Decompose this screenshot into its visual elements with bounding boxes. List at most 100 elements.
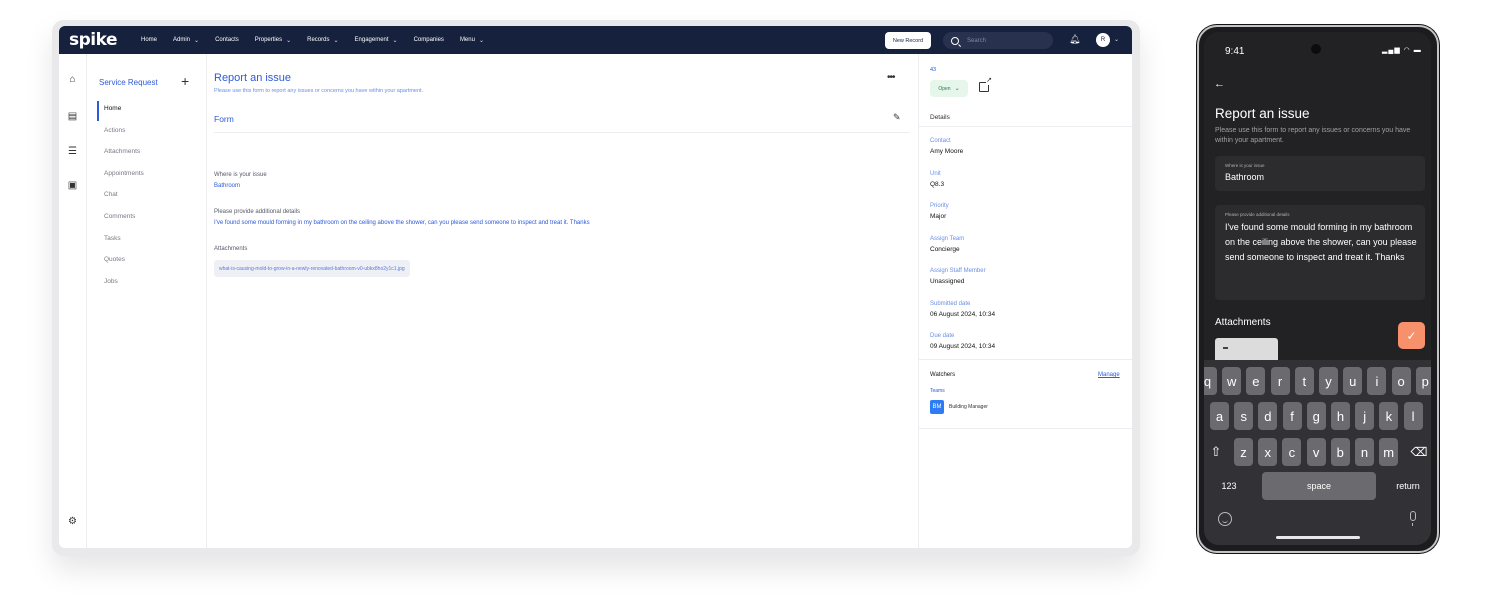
key-j[interactable]: j bbox=[1355, 402, 1375, 430]
nav-item-companies[interactable]: Companies bbox=[414, 37, 444, 43]
nav-item-menu[interactable]: Menu ⌄ bbox=[460, 37, 484, 44]
chevron-down-icon: ⌄ bbox=[478, 37, 484, 44]
microphone-icon[interactable] bbox=[1410, 511, 1416, 526]
key-t[interactable]: t bbox=[1294, 367, 1314, 395]
edit-pencil-icon[interactable]: ✎ bbox=[893, 112, 901, 123]
key-s[interactable]: s bbox=[1234, 402, 1254, 430]
key-r[interactable]: r bbox=[1270, 367, 1290, 395]
chevron-down-icon: ⌄ bbox=[954, 86, 960, 92]
nav-item-home[interactable]: Home bbox=[141, 37, 157, 43]
subnav-item-home[interactable]: Home bbox=[104, 105, 121, 112]
list-icon[interactable]: ☰ bbox=[67, 146, 78, 157]
key-w[interactable]: w bbox=[1222, 367, 1242, 395]
key-p[interactable]: p bbox=[1415, 367, 1431, 395]
field-value: I've found some mould forming in my bath… bbox=[214, 220, 590, 226]
key-a[interactable]: a bbox=[1210, 402, 1229, 430]
subnav-item-appointments[interactable]: Appointments bbox=[104, 170, 144, 177]
status-label: Open bbox=[938, 85, 951, 92]
team-badge: BM bbox=[930, 400, 944, 414]
shift-key[interactable]: ⇧ bbox=[1204, 438, 1228, 466]
home-icon[interactable]: ⌂ bbox=[67, 74, 78, 85]
key-o[interactable]: o bbox=[1391, 367, 1411, 395]
subnav-item-attachments[interactable]: Attachments bbox=[104, 148, 140, 155]
external-link-icon[interactable] bbox=[979, 77, 992, 92]
nav-item-contacts[interactable]: Contacts bbox=[215, 37, 239, 43]
subnav-item-chat[interactable]: Chat bbox=[104, 191, 118, 198]
detail-label: Assign Team bbox=[930, 235, 965, 242]
desktop-window: spike Home Admin ⌄ Contacts Properties ⌄ Recor… bbox=[59, 26, 1132, 548]
details-value: I've found some mould forming in my bath… bbox=[1225, 222, 1417, 262]
key-m[interactable]: m bbox=[1379, 438, 1399, 466]
new-record-button[interactable]: New Record bbox=[885, 32, 931, 49]
issue-field[interactable]: Where is your issue Bathroom bbox=[1215, 156, 1425, 191]
detail-label: Due date bbox=[930, 333, 955, 339]
inbox-icon[interactable]: ▣ bbox=[67, 180, 78, 191]
key-f[interactable]: f bbox=[1282, 402, 1302, 430]
details-field[interactable]: Please provide additional details I've f… bbox=[1215, 205, 1425, 300]
nav-item-admin[interactable]: Admin ⌄ bbox=[173, 37, 199, 44]
key-l[interactable]: l bbox=[1403, 402, 1423, 430]
return-key[interactable]: return bbox=[1382, 472, 1431, 500]
bell-icon[interactable]: 🔔︎ bbox=[1069, 34, 1080, 45]
subnav-item-tasks[interactable]: Tasks bbox=[104, 235, 121, 242]
key-d[interactable]: d bbox=[1258, 402, 1278, 430]
nav-item-properties[interactable]: Properties ⌄ bbox=[255, 37, 291, 44]
key-u[interactable]: u bbox=[1343, 367, 1363, 395]
backspace-key[interactable]: ⌫ bbox=[1407, 438, 1431, 466]
search-input[interactable]: Search bbox=[943, 32, 1053, 49]
status-dropdown[interactable]: Open ⌄ bbox=[930, 80, 968, 97]
field-label: Where is your issue bbox=[214, 172, 267, 178]
attachment-chip[interactable]: what-is-causing-mold-to-grow-in-a-newly-… bbox=[214, 260, 410, 277]
key-i[interactable]: i bbox=[1367, 367, 1387, 395]
nav-item-label: Admin bbox=[173, 37, 191, 43]
numbers-key[interactable]: 123 bbox=[1204, 472, 1254, 500]
subnav-item-quotes[interactable]: Quotes bbox=[104, 256, 125, 263]
key-g[interactable]: g bbox=[1306, 402, 1326, 430]
manage-link[interactable]: Manage bbox=[1098, 372, 1120, 378]
subnav-item-comments[interactable]: Comments bbox=[104, 213, 135, 220]
gear-icon[interactable]: ⚙ bbox=[67, 516, 78, 527]
search-icon bbox=[951, 36, 959, 45]
nav-item-label: Menu bbox=[459, 37, 475, 43]
key-v[interactable]: v bbox=[1306, 438, 1326, 466]
key-z[interactable]: z bbox=[1234, 438, 1253, 466]
key-y[interactable]: y bbox=[1319, 367, 1338, 395]
nav-item-label: Properties bbox=[254, 37, 283, 43]
attachment-thumbnail[interactable] bbox=[1215, 338, 1278, 362]
nav-item-label: Companies bbox=[413, 37, 444, 43]
add-icon[interactable]: + bbox=[181, 73, 189, 89]
building-icon[interactable]: ▤ bbox=[67, 111, 78, 122]
subnav-item-actions[interactable]: Actions bbox=[104, 127, 125, 134]
chevron-down-icon: ⌄ bbox=[194, 37, 200, 44]
subnav-item-jobs[interactable]: Jobs bbox=[104, 278, 118, 285]
key-h[interactable]: h bbox=[1331, 402, 1350, 430]
detail-value: 06 August 2024, 10:34 bbox=[930, 310, 996, 318]
back-arrow-icon[interactable]: ← bbox=[1214, 78, 1225, 90]
avatar[interactable]: R bbox=[1096, 33, 1110, 47]
detail-value: Concierge bbox=[930, 245, 960, 253]
main-content: Report an issue Please use this form to … bbox=[207, 54, 918, 548]
nav-item-engagement[interactable]: Engagement ⌄ bbox=[355, 37, 398, 44]
form-title: Form bbox=[214, 114, 234, 124]
status-icons: ▂▄▆ ◠ ▬ bbox=[1382, 47, 1422, 54]
nav-item-records[interactable]: Records ⌄ bbox=[307, 37, 338, 44]
key-k[interactable]: k bbox=[1379, 402, 1399, 430]
phone-screen: 9:41 ▂▄▆ ◠ ▬ ← Report an issue Please us… bbox=[1204, 32, 1431, 545]
key-c[interactable]: c bbox=[1282, 438, 1302, 466]
key-q[interactable]: q bbox=[1204, 367, 1217, 395]
key-x[interactable]: x bbox=[1258, 438, 1278, 466]
edit-fab-button[interactable]: ✓ bbox=[1398, 322, 1425, 349]
more-options-icon[interactable]: ••• bbox=[887, 72, 895, 83]
space-key[interactable]: space bbox=[1262, 472, 1376, 500]
key-n[interactable]: n bbox=[1355, 438, 1374, 466]
phone-page-title: Report an issue bbox=[1215, 106, 1310, 121]
record-id: 43 bbox=[930, 67, 937, 73]
record-subnav: Service Request + Home Actions Attachments… bbox=[87, 54, 207, 548]
chevron-down-icon[interactable]: ⌄ bbox=[1114, 36, 1119, 43]
emoji-icon[interactable] bbox=[1218, 512, 1232, 526]
spike-logo[interactable]: spike bbox=[69, 30, 118, 50]
on-screen-keyboard: q w e r t y u i o p a s d f g h j k l ⇧ z x c v b n m ⌫ 123 space retu… bbox=[1204, 360, 1431, 545]
key-e[interactable]: e bbox=[1246, 367, 1266, 395]
key-b[interactable]: b bbox=[1330, 438, 1350, 466]
divider bbox=[919, 126, 1132, 127]
